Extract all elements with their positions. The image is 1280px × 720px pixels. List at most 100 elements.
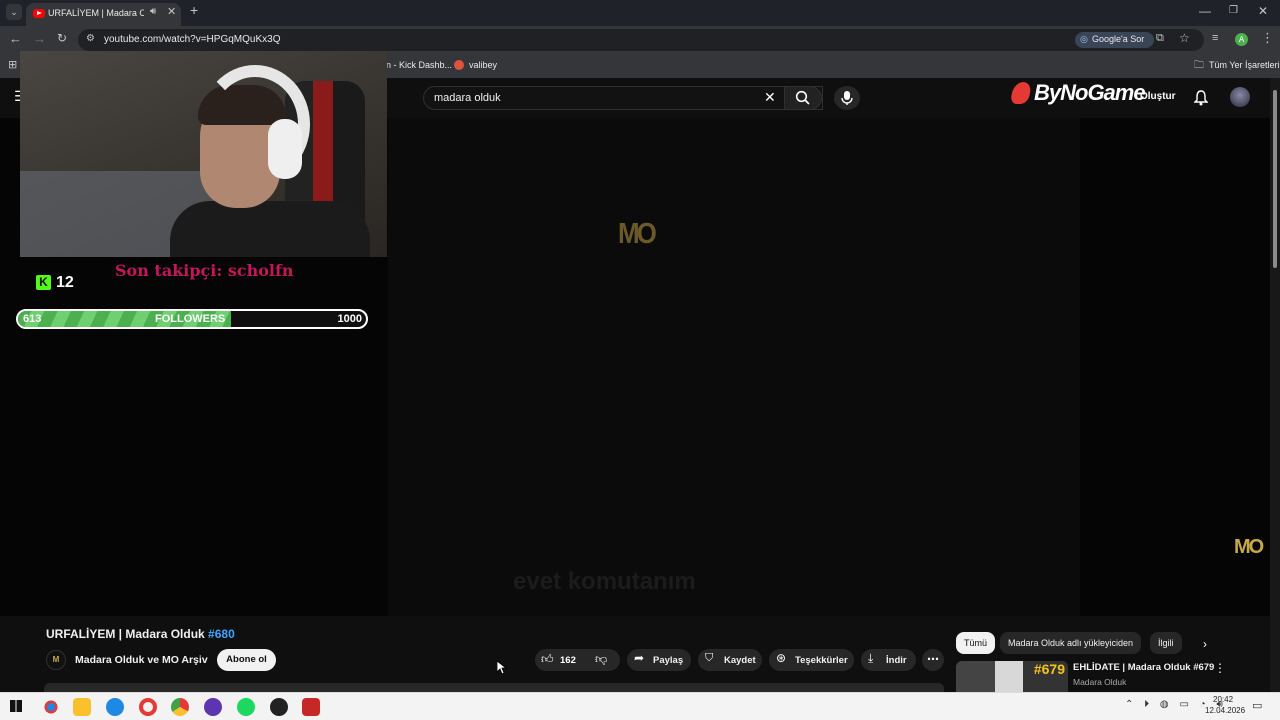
thanks-label: Teşekkürler [795,655,848,666]
bookmark-star-icon[interactable]: ☆ [1179,31,1190,45]
share-icon: ➦ [634,651,645,665]
video-title: URFALİYEM | Madara Olduk #680 [46,627,235,641]
search-button[interactable] [784,86,822,110]
close-tab-icon[interactable]: ✕ [167,5,176,18]
recommendation-menu-icon[interactable]: ⋮ [1214,661,1226,675]
recommendation-title[interactable]: EHLİDATE | Madara Olduk #679 [1073,662,1214,673]
forward-arrow-icon[interactable]: → [33,31,46,46]
followers-goal: 1000 [337,313,362,325]
clear-search-icon[interactable]: ✕ [764,89,776,106]
scrollbar-thumb[interactable] [1273,90,1277,268]
navigation-bar: ← → ↻ ⚙ youtube.com/watch?v=HPGqMQuKx3Q … [0,26,1280,53]
clock-date[interactable]: 12.04.2026 [1205,706,1245,715]
notifications-bell-icon[interactable] [1194,90,1208,106]
spotify-icon[interactable] [237,698,255,716]
chip-related[interactable]: İlgili [1150,632,1182,654]
google-ask-button[interactable]: Google'a Sor [1075,32,1154,48]
recommendation-thumbnail[interactable]: #679 [956,661,1068,692]
webcam-overlay [20,51,387,257]
chip-all[interactable]: Tümü [956,632,996,654]
tab-strip: ⌄ URFALİYEM | Madara Olduk 🔊︎ ✕ + — ❐ ✕ [0,0,1280,26]
all-bookmarks-link[interactable]: Tüm Yer İşaretleri [1209,60,1280,70]
bookmark-valibey[interactable]: valibey [469,60,497,70]
like-count: 162 [560,655,576,666]
kick-logo-icon: K [36,275,51,290]
chrome-icon[interactable] [171,698,189,716]
more-actions-button[interactable]: ⋯ [922,649,944,671]
description-box[interactable] [44,683,944,692]
webcam-headphone-cup [268,119,302,179]
video-watermark-center: MO [618,216,657,250]
video-frame[interactable]: MO evet komutanım [388,118,1080,616]
share-label: Paylaş [653,655,684,666]
webcam-person-body [170,201,370,257]
install-app-icon[interactable]: ⧉ [1156,32,1164,45]
search-input[interactable]: madara olduk ✕ [423,86,823,110]
windows-start-icon[interactable] [10,700,22,712]
recommendation-channel[interactable]: Madara Olduk [1073,677,1126,687]
voice-search-button[interactable] [834,86,860,110]
close-window-button[interactable]: ✕ [1258,4,1268,18]
edge-icon[interactable] [106,698,124,716]
followers-goal-bar: 613 FOLLOWERS 1000 [16,309,368,329]
last-follower-text: Son takipçi: scholfn [115,261,294,280]
messenger-icon[interactable] [204,698,222,716]
kick-viewer-count: 12 [56,274,74,291]
browser-menu-icon[interactable]: ⋮ [1261,30,1274,46]
apps-grid-icon[interactable]: ⊞ [8,58,17,71]
profile-avatar[interactable]: A [1235,33,1248,46]
subscribe-button[interactable]: Abone ol [217,649,276,671]
tab-search-dropdown[interactable]: ⌄ [6,4,22,20]
microphone-icon [841,91,853,105]
bookmark-kick-dashboard[interactable]: n - Kick Dashb... [386,60,452,70]
app-icon-dark[interactable] [270,698,288,716]
thanks-icon: ⊛ [776,651,787,665]
chips-next-chevron-icon[interactable]: › [1203,637,1207,651]
chip-from-uploader[interactable]: Madara Olduk adlı yükleyiciden [1000,632,1142,654]
url-text: youtube.com/watch?v=HPGqMQuKx3Q [104,34,281,45]
video-title-hashtag[interactable]: #680 [208,627,235,641]
search-taskbar-icon[interactable] [42,698,60,716]
bynogame-logo-text: ByNoGame [1034,80,1146,105]
youtube-favicon-icon [33,9,45,18]
channel-name[interactable]: Madara Olduk ve MO Arşiv [75,654,208,666]
minimize-button[interactable]: — [1199,4,1211,18]
windows-taskbar: ⌃ ⏵ ◍ ▭ ◔ 🔊︎ 20:42 12.04.2026 ▭ [0,692,1280,720]
followers-current: 613 [23,313,42,325]
opera-icon[interactable] [139,698,157,716]
dislike-button-icon[interactable]: 👎︎ [595,652,607,667]
valibey-favicon-icon [454,60,464,70]
address-bar[interactable]: ⚙ youtube.com/watch?v=HPGqMQuKx3Q Google… [78,29,1204,51]
clock-time[interactable]: 20:42 [1213,695,1233,704]
folder-icon: 🗀 [1194,60,1204,71]
search-query: madara olduk [434,92,501,104]
search-icon [795,90,810,105]
user-avatar[interactable] [1230,87,1250,107]
browser-tab[interactable]: URFALİYEM | Madara Olduk 🔊︎ ✕ [26,3,181,26]
mouse-cursor-icon [497,661,507,675]
followers-label: FOLLOWERS [155,313,226,325]
download-icon: ⤓ [868,651,874,665]
file-explorer-icon[interactable] [73,698,91,716]
back-arrow-icon[interactable]: ← [9,31,22,46]
like-button[interactable]: 👍︎ [541,652,554,667]
bookmark-icon: ⛉ [705,652,714,664]
page-scrollbar[interactable] [1270,78,1280,692]
reload-icon[interactable]: ↻ [57,31,67,45]
google-ask-label: Google'a Sor [1092,34,1145,44]
notifications-icon[interactable]: ▭ [1252,699,1262,712]
site-info-icon[interactable]: ⚙ [86,33,95,44]
tab-title: URFALİYEM | Madara Olduk [48,8,144,18]
audio-playing-icon[interactable]: 🔊︎ [150,6,156,17]
video-title-text: URFALİYEM | Madara Olduk [46,627,209,641]
create-button[interactable]: Oluştur [1140,91,1176,102]
channel-avatar[interactable]: M [46,650,66,670]
video-watermark-corner: MO [1234,536,1264,558]
app-icon-red[interactable] [302,698,320,716]
download-label: İndir [886,655,907,666]
new-tab-button[interactable]: + [190,2,198,18]
media-control-icon[interactable]: ≡ [1212,32,1218,44]
video-subtitle: evet komutanım [513,568,696,595]
save-label: Kaydet [724,655,756,666]
restore-button[interactable]: ❐ [1229,5,1238,16]
